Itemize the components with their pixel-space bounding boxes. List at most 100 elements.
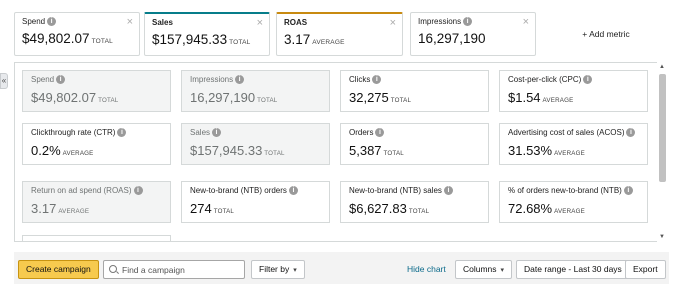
info-icon	[56, 75, 66, 84]
metric-tab-label: Spend	[22, 17, 46, 26]
metric-card-unit: AVERAGE	[554, 150, 585, 157]
metric-card-unit: TOTAL	[257, 97, 278, 104]
metric-card-value: $157,945.33	[190, 143, 263, 158]
metric-card-impressions[interactable]: Impressions 16,297,190TOTAL	[181, 70, 330, 112]
info-icon	[372, 75, 382, 84]
close-icon[interactable]: ×	[257, 17, 263, 29]
metric-tab-impressions[interactable]: Impressions 16,297,190 ×	[410, 12, 536, 56]
metric-card-value: 72.68%	[508, 201, 553, 216]
metric-tab-value: $49,802.07	[22, 31, 90, 46]
metric-card-orders[interactable]: Orders 5,387TOTAL	[340, 123, 489, 165]
metric-tab-label: Impressions	[418, 17, 462, 26]
metric-tab-value: $157,945.33	[152, 32, 228, 47]
info-icon	[133, 186, 143, 195]
metric-card-label: Orders	[349, 128, 374, 137]
info-icon	[443, 186, 453, 195]
metric-card-value: $6,627.83	[349, 201, 407, 216]
metric-card-unit: TOTAL	[213, 208, 235, 215]
info-icon	[47, 17, 57, 26]
info-icon	[583, 75, 593, 84]
table-toolbar: Create campaign Filter by▾ Hide chart Co…	[14, 252, 669, 284]
metric-card-unit: AVERAGE	[58, 208, 90, 215]
close-icon[interactable]: ×	[523, 16, 529, 28]
hide-chart-link[interactable]: Hide chart	[407, 264, 446, 274]
info-icon	[235, 75, 245, 84]
info-icon	[288, 186, 298, 195]
metric-card-label: Spend	[31, 75, 55, 84]
search-input[interactable]	[122, 263, 240, 276]
metric-card-value: 3.17	[31, 201, 57, 216]
metric-card-unit: AVERAGE	[554, 208, 585, 215]
scrollbar[interactable]: ▲ ▼	[657, 62, 669, 242]
metric-card-acos[interactable]: Advertising cost of sales (ACOS) 31.53%A…	[499, 123, 648, 165]
metric-card-value: $49,802.07	[31, 90, 97, 105]
collapse-icon[interactable]: «	[0, 73, 8, 89]
search-icon	[109, 265, 117, 273]
filter-by-button[interactable]: Filter by ▾	[251, 260, 305, 279]
campaign-search[interactable]	[103, 260, 245, 279]
metric-card-label: Clicks	[349, 75, 371, 84]
columns-label: Columns	[463, 264, 497, 274]
info-icon	[626, 128, 636, 137]
metric-card-value: $1.54	[508, 90, 541, 105]
metric-card-label: New-to-brand (NTB) orders	[190, 186, 287, 195]
metric-tab-unit: TOTAL	[229, 39, 251, 46]
metric-card-unit: TOTAL	[383, 150, 404, 157]
columns-button[interactable]: Columns ▾	[455, 260, 513, 279]
metric-card-roas[interactable]: Return on ad spend (ROAS) 3.17AVERAGE	[22, 181, 171, 223]
metric-card-value: 31.53%	[508, 143, 553, 158]
chevron-down-icon: ▾	[293, 267, 297, 274]
scroll-down-icon[interactable]: ▼	[659, 234, 665, 240]
filter-by-label: Filter by	[259, 264, 290, 274]
metric-card-ntb-orders[interactable]: New-to-brand (NTB) orders 274TOTAL	[181, 181, 330, 223]
metric-tab-unit: AVERAGE	[312, 39, 345, 46]
metric-card-label: Impressions	[190, 75, 234, 84]
metric-tab-roas[interactable]: ROAS 3.17 AVERAGE ×	[276, 12, 403, 56]
metric-card-label: New-to-brand (NTB) sales	[349, 186, 442, 195]
metric-tab-value: 3.17	[284, 32, 311, 47]
metric-card-unit: TOTAL	[264, 150, 285, 157]
metric-card-ctr[interactable]: Clickthrough rate (CTR) 0.2%AVERAGE	[22, 123, 171, 165]
metric-card-unit: AVERAGE	[62, 150, 94, 157]
scroll-up-icon[interactable]: ▲	[659, 64, 665, 70]
info-icon	[463, 17, 473, 26]
metric-tab-label: Sales	[152, 18, 173, 27]
metric-card-spend[interactable]: Spend $49,802.07TOTAL	[22, 70, 171, 112]
metric-card-label: Cost-per-click (CPC)	[508, 75, 582, 84]
create-campaign-button[interactable]: Create campaign	[18, 260, 99, 279]
metric-card-label: Sales	[190, 128, 211, 137]
metric-tab-sales[interactable]: Sales $157,945.33 TOTAL ×	[144, 12, 270, 56]
metric-card-value: 0.2%	[31, 143, 61, 158]
date-range-button[interactable]: Date range - Last 30 days	[516, 260, 630, 279]
info-icon	[117, 128, 127, 137]
metric-card-unit: TOTAL	[98, 97, 119, 104]
export-button[interactable]: Export	[625, 260, 666, 279]
chevron-down-icon: ▾	[500, 267, 505, 274]
metric-tab-spend[interactable]: Spend $49,802.07TOTAL ×	[14, 12, 140, 56]
metric-card-value: 5,387	[349, 143, 382, 158]
close-icon[interactable]: ×	[127, 16, 133, 28]
metric-card-partial[interactable]	[22, 235, 171, 241]
metric-card-label: % of orders new-to-brand (NTB)	[508, 186, 622, 195]
metric-card-ntb-sales[interactable]: New-to-brand (NTB) sales $6,627.83TOTAL	[340, 181, 489, 223]
metric-tab-unit: TOTAL	[91, 38, 113, 45]
metric-tab-label: ROAS	[284, 18, 308, 27]
metric-card-sales[interactable]: Sales $157,945.33TOTAL	[181, 123, 330, 165]
info-icon	[375, 128, 385, 137]
metric-card-unit: AVERAGE	[542, 97, 574, 104]
metric-card-ntb-percent[interactable]: % of orders new-to-brand (NTB) 72.68%AVE…	[499, 181, 648, 223]
metric-card-cpc[interactable]: Cost-per-click (CPC) $1.54AVERAGE	[499, 70, 648, 112]
metric-card-clicks[interactable]: Clicks 32,275TOTAL	[340, 70, 489, 112]
metric-card-unit: TOTAL	[390, 97, 412, 104]
add-metric-button[interactable]: + Add metric	[543, 14, 669, 54]
metric-card-label: Return on ad spend (ROAS)	[31, 186, 132, 195]
scrollbar-thumb[interactable]	[659, 74, 666, 182]
metric-card-value: 274	[190, 201, 212, 216]
metric-card-unit: TOTAL	[408, 208, 430, 215]
info-icon	[623, 186, 633, 195]
info-icon	[212, 128, 222, 137]
close-icon[interactable]: ×	[390, 17, 396, 29]
metric-card-label: Clickthrough rate (CTR)	[31, 128, 116, 137]
metric-card-value: 16,297,190	[190, 90, 256, 105]
metric-card-label: Advertising cost of sales (ACOS)	[508, 128, 625, 137]
